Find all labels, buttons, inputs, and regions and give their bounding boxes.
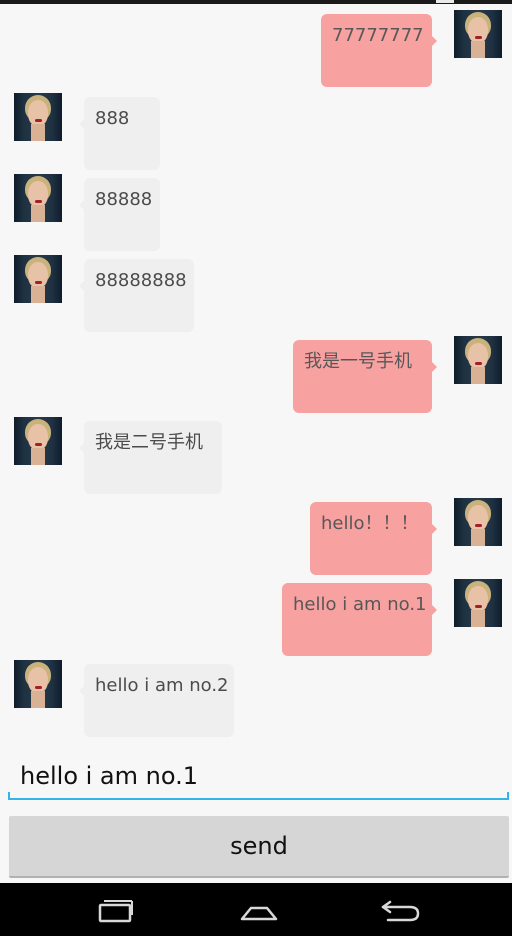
message-bubble: hello！！！ [310, 502, 437, 575]
avatar[interactable] [454, 10, 502, 58]
back-button[interactable] [370, 893, 430, 927]
avatar[interactable] [14, 174, 62, 222]
message-bubble: 77777777 [321, 14, 437, 87]
avatar[interactable] [14, 255, 62, 303]
home-button[interactable] [229, 893, 289, 927]
avatar[interactable] [454, 498, 502, 546]
send-button[interactable]: send [9, 816, 509, 878]
status-indicator [436, 0, 454, 3]
input-underline [8, 792, 509, 800]
message-bubble: 我是一号手机 [293, 340, 437, 413]
recent-apps-button[interactable] [86, 893, 146, 927]
message-bubble: hello i am no.1 [282, 583, 437, 656]
message-bubble: 888 [79, 97, 160, 170]
message-input-area [8, 752, 509, 804]
avatar[interactable] [454, 336, 502, 384]
message-bubble: 88888888 [79, 259, 194, 332]
message-bubble: 88888 [79, 178, 160, 251]
chat-screen: 77777777 888 88888 88888888 我是一号手机 我是二号手… [0, 0, 512, 883]
message-input[interactable] [8, 752, 509, 800]
avatar[interactable] [14, 417, 62, 465]
home-icon [240, 906, 278, 921]
message-bubble: 我是二号手机 [79, 421, 222, 494]
avatar[interactable] [14, 660, 62, 708]
avatar[interactable] [454, 579, 502, 627]
message-bubble: hello i am no.2 [79, 664, 234, 737]
back-icon [381, 900, 420, 922]
navigation-bar [0, 883, 512, 936]
message-list[interactable]: 77777777 888 88888 88888888 我是一号手机 我是二号手… [0, 4, 512, 752]
avatar[interactable] [14, 93, 62, 141]
recent-apps-icon [98, 900, 133, 923]
